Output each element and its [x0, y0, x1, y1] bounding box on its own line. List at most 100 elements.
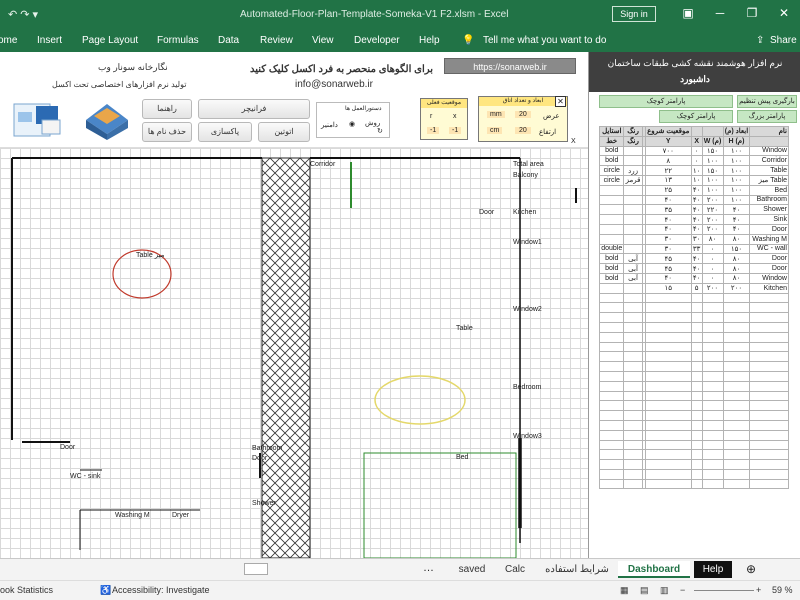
help-button[interactable]: راهنما — [142, 99, 192, 119]
tab-insert[interactable]: Insert — [37, 35, 62, 46]
table-cell[interactable] — [722, 302, 751, 314]
table-cell[interactable]: ۴۰ — [690, 184, 703, 196]
table-cell[interactable]: Bed — [749, 184, 789, 196]
height-input[interactable]: 20 — [515, 127, 531, 134]
table-cell[interactable] — [644, 478, 692, 490]
table-cell[interactable] — [644, 429, 692, 441]
table-cell[interactable] — [598, 292, 625, 304]
page-break-icon[interactable]: ▥ — [660, 585, 669, 596]
table-cell[interactable] — [690, 331, 703, 343]
table-cell[interactable]: ۰ — [690, 145, 703, 157]
table-cell[interactable]: نام — [749, 126, 789, 137]
table-cell[interactable]: Y — [644, 135, 692, 147]
table-cell[interactable] — [598, 282, 625, 294]
table-cell[interactable]: Door — [749, 223, 789, 235]
table-cell[interactable] — [598, 468, 625, 480]
table-cell[interactable] — [749, 459, 789, 470]
table-cell[interactable]: ۰ — [701, 263, 724, 274]
table-cell[interactable]: آبی — [623, 272, 643, 284]
optimal-button[interactable]: اتوتین — [258, 122, 310, 142]
rotate-icon[interactable]: ↻ — [377, 127, 383, 135]
table-cell[interactable] — [749, 410, 789, 421]
table-cell[interactable]: رنگ — [623, 126, 643, 137]
table-cell[interactable] — [598, 321, 625, 333]
table-cell[interactable] — [623, 351, 643, 363]
table-cell[interactable] — [690, 370, 703, 382]
table-cell[interactable] — [749, 400, 789, 412]
table-cell[interactable] — [598, 410, 625, 421]
minimize-icon[interactable]: ─ — [712, 6, 728, 22]
table-cell[interactable] — [623, 449, 643, 461]
table-cell[interactable]: آبی — [623, 253, 643, 265]
table-cell[interactable]: ۴۰ — [690, 214, 703, 225]
table-cell[interactable] — [701, 400, 724, 412]
promo-text[interactable]: برای الگوهای منحصر به فرد اکسل کلیک کنید — [250, 64, 433, 75]
small-param-button-2[interactable]: پارامتر کوچک — [659, 110, 733, 123]
table-cell[interactable]: خط — [598, 135, 625, 147]
table-cell[interactable] — [701, 292, 724, 304]
table-cell[interactable] — [644, 380, 692, 392]
table-cell[interactable] — [690, 292, 703, 304]
table-cell[interactable] — [598, 302, 625, 314]
table-cell[interactable]: ۳۰ — [644, 233, 692, 245]
table-cell[interactable] — [644, 312, 692, 323]
tab-developer[interactable]: Developer — [354, 35, 400, 46]
restore-icon[interactable]: ❐ — [744, 6, 760, 22]
table-cell[interactable]: موقعیت شروع — [644, 126, 692, 137]
table-cell[interactable]: ۰ — [701, 253, 724, 265]
table-cell[interactable]: ۴۵ — [644, 263, 692, 274]
table-cell[interactable] — [690, 400, 703, 412]
table-cell[interactable] — [701, 361, 724, 372]
table-cell[interactable] — [598, 380, 625, 392]
table-cell[interactable] — [598, 449, 625, 461]
activity-value-2[interactable]: -1 — [449, 127, 462, 134]
radio-icon[interactable]: ◉ — [349, 120, 355, 128]
table-cell[interactable] — [598, 184, 625, 196]
table-cell[interactable] — [623, 312, 643, 323]
table-cell[interactable] — [701, 429, 724, 441]
table-cell[interactable] — [690, 459, 703, 470]
table-cell[interactable] — [690, 321, 703, 333]
tab-saved[interactable]: saved — [452, 561, 492, 578]
table-cell[interactable]: ۱۰۰ — [722, 184, 751, 196]
table-cell[interactable] — [690, 302, 703, 314]
table-cell[interactable] — [644, 390, 692, 402]
table-cell[interactable] — [644, 351, 692, 363]
table-cell[interactable] — [690, 351, 703, 363]
tab-formulas[interactable]: Formulas — [157, 35, 199, 46]
table-cell[interactable] — [690, 390, 703, 402]
table-cell[interactable]: Corridor — [749, 155, 789, 167]
table-cell[interactable]: H (م) — [722, 135, 751, 147]
table-cell[interactable] — [598, 419, 625, 431]
table-cell[interactable]: ۳۵ — [644, 204, 692, 216]
table-cell[interactable]: ۱۵ — [644, 282, 692, 294]
table-cell[interactable] — [722, 478, 751, 490]
table-cell[interactable]: ۱۵۰ — [722, 243, 751, 255]
table-cell[interactable]: ۱۳ — [644, 174, 692, 186]
table-cell[interactable] — [749, 439, 789, 451]
table-cell[interactable] — [623, 439, 643, 451]
table-cell[interactable]: Shower — [749, 204, 789, 216]
table-cell[interactable]: ۴۰ — [644, 214, 692, 225]
tab-calc[interactable]: Calc — [498, 561, 532, 578]
table-cell[interactable]: Window — [749, 145, 789, 157]
table-cell[interactable] — [690, 478, 703, 490]
table-cell[interactable] — [701, 321, 724, 333]
zoom-slider[interactable] — [694, 590, 754, 591]
table-cell[interactable] — [598, 204, 625, 216]
tab-data[interactable]: Data — [218, 35, 239, 46]
zoom-out-icon[interactable]: − — [680, 585, 685, 595]
table-cell[interactable]: ۱۵۰ — [701, 145, 724, 157]
website-button[interactable]: https://sonarweb.ir — [444, 58, 576, 74]
table-cell[interactable] — [598, 223, 625, 235]
table-cell[interactable]: ۸۰ — [722, 233, 751, 245]
table-cell[interactable] — [623, 390, 643, 402]
table-cell[interactable] — [722, 449, 751, 461]
table-cell[interactable] — [701, 419, 724, 431]
table-cell[interactable] — [598, 341, 625, 353]
table-cell[interactable]: ۱۰ — [690, 174, 703, 186]
table-cell[interactable]: ۴۰ — [690, 253, 703, 265]
table-cell[interactable]: bold — [598, 272, 625, 284]
activity-value-1[interactable]: -1 — [427, 127, 440, 134]
email-link[interactable]: info@sonarweb.ir — [295, 79, 373, 90]
